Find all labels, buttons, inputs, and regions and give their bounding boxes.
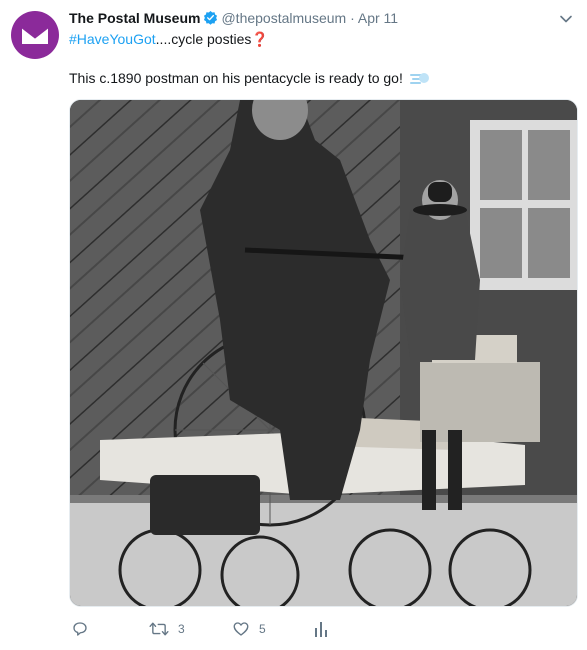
handle[interactable]: @thepostalmuseum xyxy=(221,10,346,26)
tweet-card[interactable]: The Postal Museum @thepostalmuseum · Apr… xyxy=(0,0,587,650)
tweet-line-hashtag: #HaveYouGot....cycle posties❓ xyxy=(69,30,269,48)
question-emoji: ❓ xyxy=(251,31,269,47)
retweet-icon xyxy=(149,622,169,636)
like-count: 5 xyxy=(259,622,266,636)
verified-badge-icon xyxy=(204,10,218,25)
chevron-down-icon[interactable] xyxy=(559,12,573,26)
retweet-button[interactable]: 3 xyxy=(149,617,185,641)
timestamp[interactable]: Apr 11 xyxy=(358,10,398,26)
dash-icon xyxy=(409,73,429,84)
reply-button[interactable] xyxy=(71,617,98,641)
tweet-photo[interactable] xyxy=(69,99,578,607)
avatar[interactable] xyxy=(11,11,59,59)
tweet-actions: 3 5 xyxy=(69,617,369,641)
separator-dot: · xyxy=(350,10,355,26)
tweet-body: This c.1890 postman on his pentacycle is… xyxy=(69,70,403,86)
hashtag-suffix-text: ....cycle posties xyxy=(155,31,252,47)
analytics-icon xyxy=(315,622,327,637)
tweet-text: This c.1890 postman on his pentacycle is… xyxy=(69,68,430,88)
reply-icon xyxy=(73,622,87,636)
like-button[interactable]: 5 xyxy=(232,617,266,641)
retweet-count: 3 xyxy=(178,622,185,636)
analytics-button[interactable] xyxy=(313,617,329,641)
hashtag-link[interactable]: #HaveYouGot xyxy=(69,31,156,47)
tweet-header: The Postal Museum @thepostalmuseum · Apr… xyxy=(69,9,398,27)
mail-logo-icon xyxy=(21,26,49,44)
like-icon xyxy=(233,622,249,636)
pentacycle-photo xyxy=(70,100,577,606)
display-name[interactable]: The Postal Museum xyxy=(69,10,200,26)
